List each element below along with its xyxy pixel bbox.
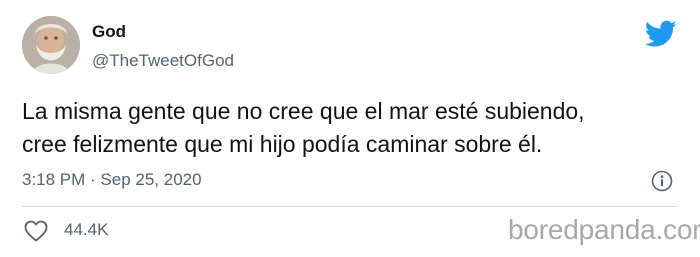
like-count: 44.4K <box>64 220 109 239</box>
user-handle[interactable]: @TheTweetOfGod <box>92 51 234 71</box>
tweet-text: La misma gente que no cree que el mar es… <box>22 95 682 161</box>
info-icon[interactable] <box>651 170 673 192</box>
divider <box>22 206 678 207</box>
display-name[interactable]: God <box>92 22 126 42</box>
tweet-text-line: La misma gente que no cree que el mar es… <box>22 98 585 124</box>
twitter-bird-icon[interactable] <box>645 20 677 48</box>
avatar[interactable] <box>22 16 80 74</box>
watermark: boredpanda.com <box>508 214 700 245</box>
tweet-text-line: cree felizmente que mi hijo podía camina… <box>22 131 543 157</box>
avatar-image <box>22 16 80 74</box>
tweet-timestamp[interactable]: 3:18 PM · Sep 25, 2020 <box>22 170 202 190</box>
heart-icon[interactable] <box>24 220 48 242</box>
